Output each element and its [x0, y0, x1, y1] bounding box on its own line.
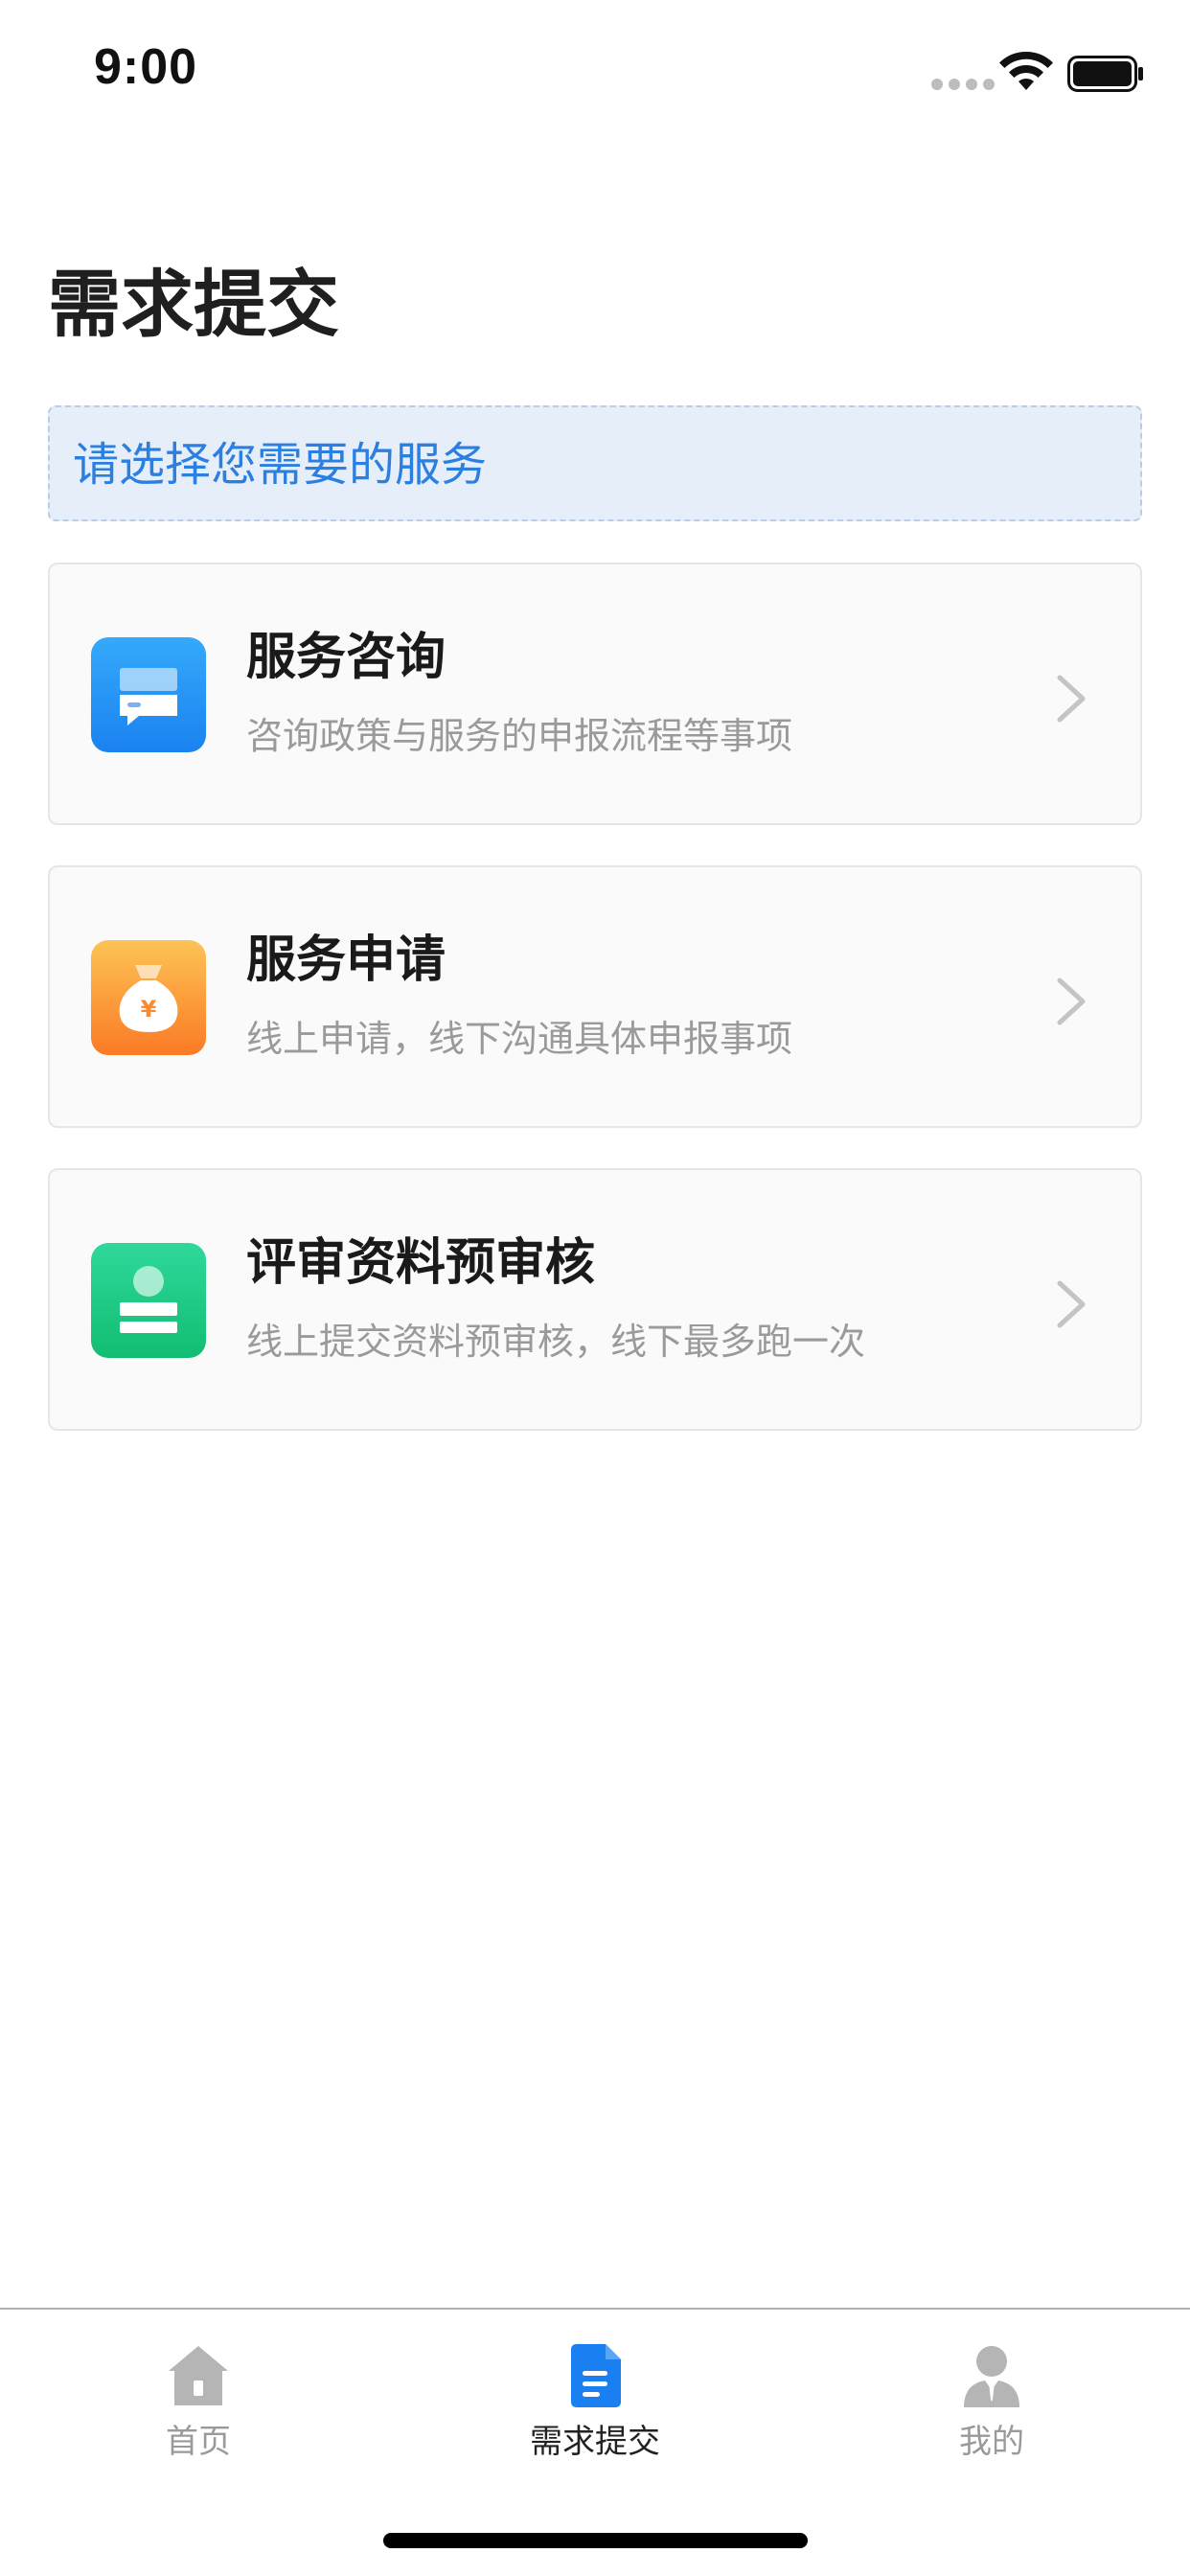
tab-label: 首页	[166, 2423, 231, 2461]
document-icon	[571, 2344, 621, 2407]
service-title: 服务咨询	[246, 629, 446, 686]
status-time: 9:00	[94, 39, 198, 95]
service-description: 咨询政策与服务的申报流程等事项	[246, 715, 793, 757]
service-title: 服务申请	[246, 932, 446, 989]
service-description: 线上申请，线下沟通具体申报事项	[246, 1018, 793, 1060]
home-indicator	[383, 2533, 808, 2548]
tab-label: 需求提交	[530, 2423, 660, 2461]
status-bar: 9:00	[0, 0, 1190, 144]
tab-submit[interactable]: 需求提交	[451, 2329, 739, 2472]
money-bag-icon: ¥	[91, 940, 206, 1055]
page-title: 需求提交	[48, 262, 339, 347]
svg-text:¥: ¥	[141, 996, 157, 1023]
user-icon	[964, 2346, 1019, 2407]
chat-icon	[91, 637, 206, 752]
battery-icon	[1067, 56, 1143, 92]
id-card-icon	[91, 1243, 206, 1358]
tab-label: 我的	[959, 2423, 1024, 2461]
service-card-review[interactable]: 评审资料预审核 线上提交资料预审核，线下最多跑一次	[48, 1168, 1142, 1431]
home-icon	[169, 2346, 228, 2405]
chevron-right-icon	[1057, 675, 1086, 723]
service-prompt-banner: 请选择您需要的服务	[48, 405, 1142, 521]
wifi-icon	[999, 52, 1053, 90]
signal-icon	[931, 79, 995, 90]
tab-mine[interactable]: 我的	[848, 2329, 1135, 2472]
service-card-consult[interactable]: 服务咨询 咨询政策与服务的申报流程等事项	[48, 563, 1142, 825]
chevron-right-icon	[1057, 1280, 1086, 1328]
tab-home[interactable]: 首页	[55, 2329, 342, 2472]
service-title: 评审资料预审核	[246, 1234, 596, 1292]
screen: 9:00 需求提交 请选择您需要的服务 服务咨询 咨询政策与服务的申报流程等事项…	[0, 0, 1190, 2576]
service-prompt-text: 请选择您需要的服务	[73, 438, 488, 492]
service-description: 线上提交资料预审核，线下最多跑一次	[246, 1321, 866, 1363]
chevron-right-icon	[1057, 978, 1086, 1025]
service-card-apply[interactable]: ¥ 服务申请 线上申请，线下沟通具体申报事项	[48, 865, 1142, 1128]
